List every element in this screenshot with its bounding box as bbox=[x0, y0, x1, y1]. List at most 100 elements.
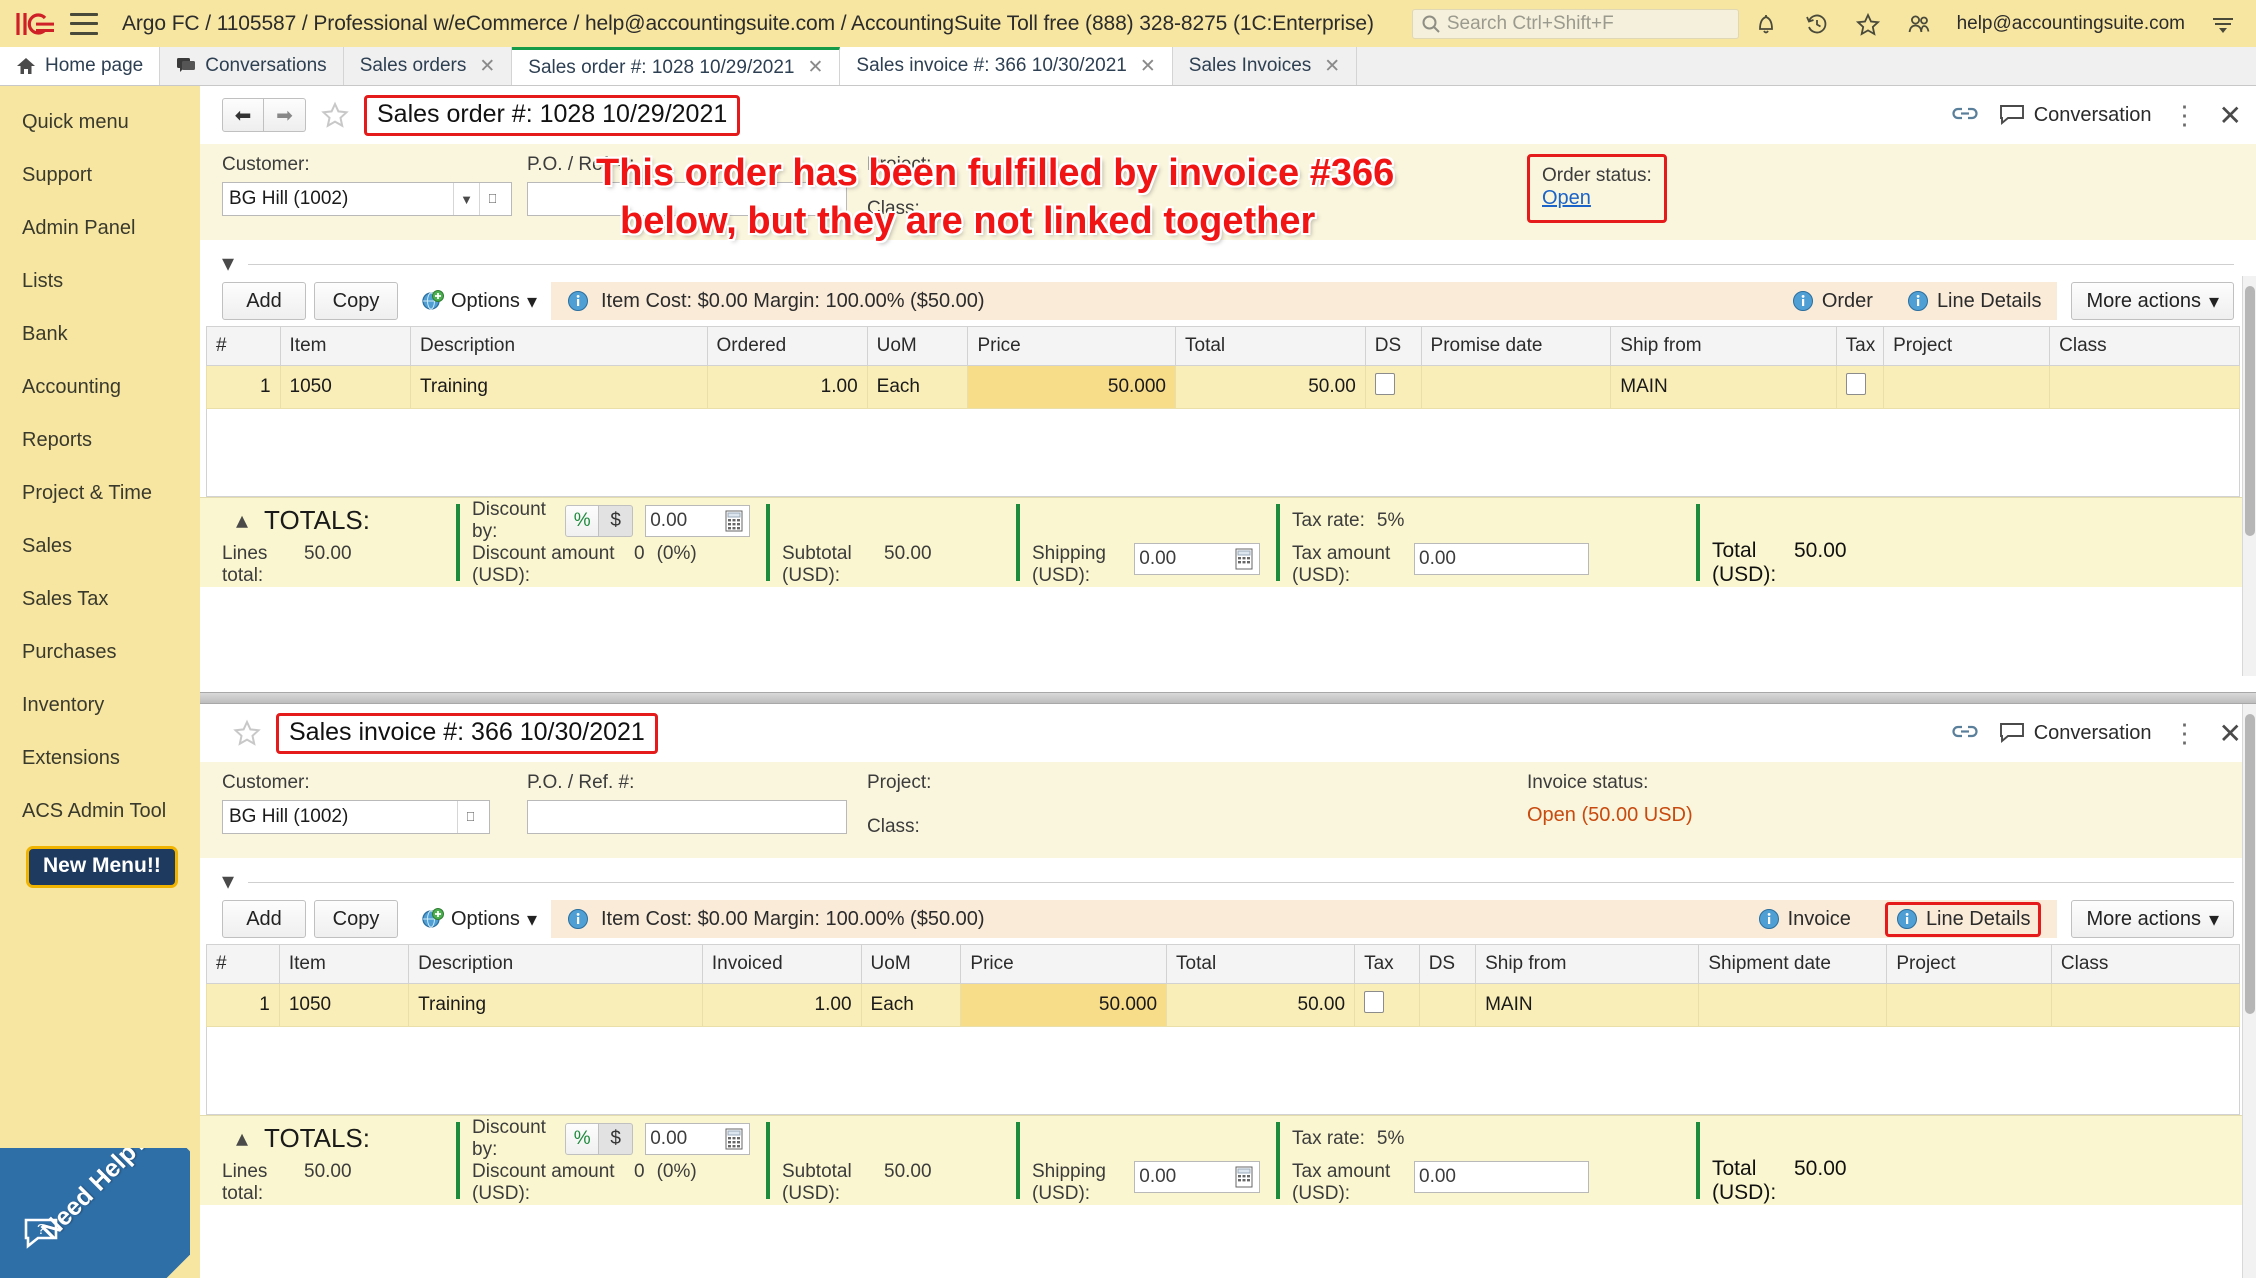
open-record-icon[interactable]: ⎕ bbox=[479, 183, 505, 215]
link-icon[interactable] bbox=[1951, 101, 1979, 130]
sidebar-item-project-time[interactable]: Project & Time bbox=[0, 467, 200, 520]
sales-invoice-vertical-scrollbar[interactable] bbox=[2242, 704, 2256, 1278]
link-icon[interactable] bbox=[1951, 719, 1979, 748]
po-ref-input[interactable] bbox=[527, 800, 847, 834]
sidebar-item-reports[interactable]: Reports bbox=[0, 414, 200, 467]
col-ordered[interactable]: Ordered bbox=[706, 326, 868, 366]
cell-description[interactable]: Training bbox=[410, 365, 708, 409]
chevron-up-icon[interactable]: ▴ bbox=[236, 506, 248, 535]
col-invoiced[interactable]: Invoiced bbox=[701, 944, 862, 984]
col-description[interactable]: Description bbox=[410, 326, 708, 366]
chevron-down-icon[interactable]: ▾ bbox=[222, 870, 234, 894]
cell-class[interactable] bbox=[2049, 365, 2240, 409]
discount-percent-button[interactable]: % bbox=[565, 504, 600, 537]
conversation-button[interactable]: Conversation bbox=[1999, 722, 2152, 745]
arrow-left-icon[interactable]: ⬅ bbox=[222, 98, 264, 132]
order-badge[interactable]: Order bbox=[1792, 290, 1873, 313]
copy-button[interactable]: Copy bbox=[314, 282, 398, 320]
sidebar-item-admin-panel[interactable]: Admin Panel bbox=[0, 202, 200, 255]
tab-sales-invoices[interactable]: Sales Invoices ✕ bbox=[1172, 47, 1358, 85]
more-actions-button[interactable]: More actions ▾ bbox=[2071, 900, 2234, 938]
tab-sales-orders[interactable]: Sales orders ✕ bbox=[343, 47, 513, 85]
hamburger-menu-icon[interactable] bbox=[70, 12, 98, 35]
sidebar-item-inventory[interactable]: Inventory bbox=[0, 679, 200, 732]
col-num[interactable]: # bbox=[206, 944, 280, 984]
sidebar-item-extensions[interactable]: Extensions bbox=[0, 732, 200, 785]
line-details-badge[interactable]: Line Details bbox=[1884, 901, 2042, 937]
col-ship-from[interactable]: Ship from bbox=[1475, 944, 1700, 984]
invoice-badge[interactable]: Invoice bbox=[1758, 908, 1851, 931]
customer-input[interactable]: BG Hill (1002) ▼ ⎕ bbox=[222, 182, 512, 216]
col-price[interactable]: Price bbox=[960, 944, 1168, 984]
ds-checkbox[interactable] bbox=[1374, 373, 1395, 395]
cell-promise-date[interactable] bbox=[1420, 365, 1612, 409]
close-icon[interactable]: ✕ bbox=[2219, 717, 2242, 750]
cell-invoiced[interactable]: 1.00 bbox=[701, 983, 862, 1027]
col-ship-from[interactable]: Ship from bbox=[1610, 326, 1837, 366]
add-button[interactable]: Add bbox=[222, 282, 306, 320]
discount-dollar-button[interactable]: $ bbox=[599, 1122, 634, 1155]
more-vertical-icon[interactable]: ⋮ bbox=[2172, 100, 2199, 131]
col-class[interactable]: Class bbox=[2049, 326, 2240, 366]
cell-class[interactable] bbox=[2050, 983, 2241, 1027]
shipping-input[interactable]: 0.00 bbox=[1134, 543, 1260, 576]
sidebar-item-sales[interactable]: Sales bbox=[0, 520, 200, 573]
options-button[interactable]: Options ▾ bbox=[406, 282, 551, 320]
col-ds[interactable]: DS bbox=[1418, 944, 1477, 984]
cell-uom[interactable]: Each bbox=[860, 983, 962, 1027]
customer-input[interactable]: BG Hill (1002) ⎕ bbox=[222, 800, 490, 834]
discount-dollar-button[interactable]: $ bbox=[599, 504, 634, 537]
pane-splitter[interactable] bbox=[200, 692, 2256, 704]
tax-amount-input[interactable]: 0.00 bbox=[1414, 543, 1589, 576]
col-ds[interactable]: DS bbox=[1364, 326, 1422, 366]
col-shipment-date[interactable]: Shipment date bbox=[1698, 944, 1888, 984]
col-project[interactable]: Project bbox=[1886, 944, 2052, 984]
sidebar-item-quick-menu[interactable]: Quick menu bbox=[0, 96, 200, 149]
chevron-down-icon[interactable]: ▼ bbox=[453, 183, 479, 215]
discount-percent-button[interactable]: % bbox=[565, 1122, 600, 1155]
sidebar-item-accounting[interactable]: Accounting bbox=[0, 361, 200, 414]
tax-checkbox[interactable] bbox=[1845, 373, 1866, 395]
col-project[interactable]: Project bbox=[1883, 326, 2051, 366]
calculator-icon[interactable] bbox=[1233, 1165, 1255, 1189]
close-icon[interactable]: ✕ bbox=[1324, 55, 1340, 78]
sidebar-item-purchases[interactable]: Purchases bbox=[0, 626, 200, 679]
history-icon[interactable] bbox=[1804, 11, 1830, 37]
cell-project[interactable] bbox=[1886, 983, 2052, 1027]
tab-conversations[interactable]: Conversations bbox=[160, 47, 344, 85]
col-item[interactable]: Item bbox=[279, 326, 412, 366]
table-row[interactable]: 1 1050 Training 1.00 Each 50.000 50.00 M… bbox=[206, 983, 2241, 1027]
star-outline-icon[interactable] bbox=[320, 100, 350, 130]
open-record-icon[interactable]: ⎕ bbox=[457, 801, 483, 833]
sidebar-item-support[interactable]: Support bbox=[0, 149, 200, 202]
close-icon[interactable]: ✕ bbox=[1140, 55, 1156, 78]
close-icon[interactable]: ✕ bbox=[479, 55, 495, 78]
cell-ds[interactable] bbox=[1364, 365, 1422, 409]
col-item[interactable]: Item bbox=[278, 944, 410, 984]
col-uom[interactable]: UoM bbox=[860, 944, 962, 984]
discount-input[interactable]: 0.00 bbox=[645, 1122, 750, 1155]
conversation-button[interactable]: Conversation bbox=[1999, 104, 2152, 127]
search-input[interactable]: Search Ctrl+Shift+F bbox=[1411, 8, 1739, 39]
tab-sales-order-1028[interactable]: Sales order #: 1028 10/29/2021 ✕ bbox=[512, 47, 841, 85]
discount-type-toggle[interactable]: % $ bbox=[565, 504, 634, 537]
col-price[interactable]: Price bbox=[967, 326, 1177, 366]
sales-order-vertical-scrollbar[interactable] bbox=[2242, 276, 2256, 676]
discount-input[interactable]: 0.00 bbox=[645, 504, 750, 537]
col-description[interactable]: Description bbox=[408, 944, 703, 984]
users-icon[interactable] bbox=[1906, 11, 1932, 37]
col-class[interactable]: Class bbox=[2050, 944, 2241, 984]
discount-type-toggle[interactable]: % $ bbox=[565, 1122, 634, 1155]
calculator-icon[interactable] bbox=[1233, 547, 1255, 571]
need-help-widget[interactable]: Need Help? ? bbox=[0, 1148, 190, 1278]
cell-tax[interactable] bbox=[1835, 365, 1885, 409]
tax-checkbox[interactable] bbox=[1364, 991, 1385, 1013]
col-promise-date[interactable]: Promise date bbox=[1420, 326, 1612, 366]
sidebar-item-sales-tax[interactable]: Sales Tax bbox=[0, 573, 200, 626]
line-details-badge[interactable]: Line Details bbox=[1907, 290, 2041, 313]
sidebar-item-acs-admin-tool[interactable]: ACS Admin Tool bbox=[0, 785, 200, 838]
add-button[interactable]: Add bbox=[222, 900, 306, 938]
cell-price[interactable]: 50.000 bbox=[960, 983, 1168, 1027]
cell-ordered[interactable]: 1.00 bbox=[706, 365, 868, 409]
cell-ship-from[interactable]: MAIN bbox=[1475, 983, 1700, 1027]
